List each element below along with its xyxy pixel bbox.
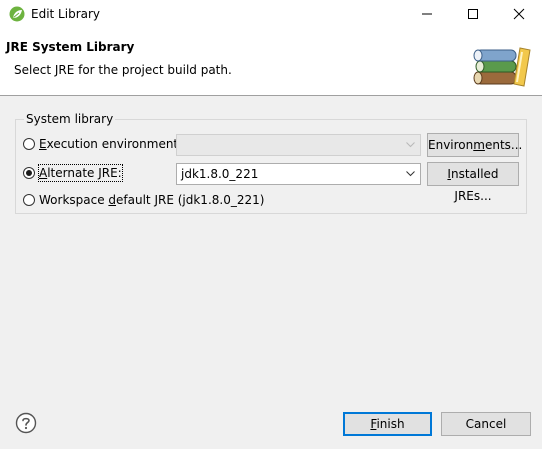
dialog-banner: JRE System Library Select JRE for the pr…: [0, 28, 542, 96]
button-suffix: inish: [376, 417, 405, 431]
label-mnemonic: A: [39, 166, 48, 180]
chevron-down-icon: [406, 171, 415, 177]
maximize-button[interactable]: [450, 0, 496, 28]
cancel-button[interactable]: Cancel: [441, 412, 531, 436]
maximize-icon: [468, 9, 478, 19]
minimize-button[interactable]: [404, 0, 450, 28]
banner-message: Select JRE for the project build path.: [14, 63, 232, 77]
workspace-default-jre-radio[interactable]: [23, 194, 35, 206]
finish-button[interactable]: Finish: [343, 412, 432, 436]
group-title: System library: [24, 111, 116, 127]
title-bar: Edit Library: [0, 0, 542, 28]
button-mnemonic: m: [473, 138, 485, 152]
button-prefix: Environ: [428, 138, 474, 152]
label-mnemonic: d: [108, 193, 117, 207]
button-suffix: ents...: [484, 138, 523, 152]
button-suffix: nstalled JREs...: [450, 167, 499, 203]
minimize-icon: [422, 13, 432, 15]
close-button[interactable]: [496, 0, 542, 28]
help-icon[interactable]: [15, 412, 37, 434]
label-suffix: efault JRE (jdk1.8.0_221): [116, 193, 265, 207]
environments-button[interactable]: Environments...: [427, 133, 523, 157]
installed-jres-button[interactable]: Installed JREs...: [427, 162, 519, 203]
workspace-default-jre-label[interactable]: Workspace default JRE (jdk1.8.0_221): [39, 192, 264, 208]
execution-environment-combo[interactable]: [176, 134, 421, 156]
library-books-icon: [473, 47, 531, 87]
alternate-jre-radio[interactable]: [23, 167, 35, 179]
label-suffix: xecution environment:: [46, 137, 183, 151]
window-title: Edit Library: [31, 7, 101, 21]
chevron-down-icon: [406, 142, 415, 148]
alternate-jre-label[interactable]: Alternate JRE:: [38, 164, 123, 182]
label-mnemonic: E: [39, 137, 47, 151]
execution-environment-radio[interactable]: [23, 138, 35, 150]
banner-title: JRE System Library: [6, 40, 135, 54]
close-icon: [513, 8, 525, 20]
label-prefix: Workspace: [39, 193, 109, 207]
combo-value: jdk1.8.0_221: [181, 167, 259, 181]
label-suffix: lternate JRE:: [47, 166, 122, 180]
spring-leaf-icon: [9, 6, 25, 22]
alternate-jre-combo[interactable]: jdk1.8.0_221: [176, 163, 421, 185]
execution-environment-label[interactable]: Execution environment:: [39, 136, 182, 152]
